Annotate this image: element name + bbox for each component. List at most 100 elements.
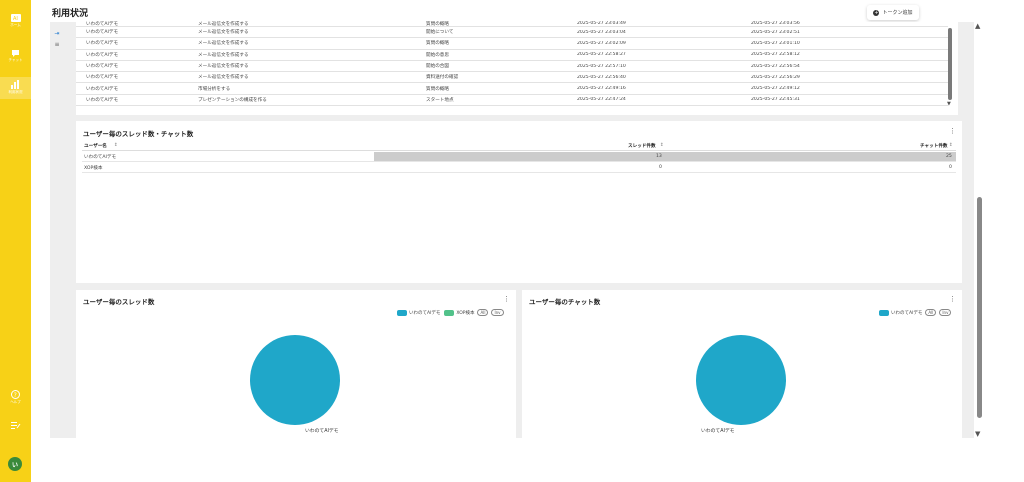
- cell-chats: 25: [946, 154, 952, 159]
- sidebar-item-analytics[interactable]: 利用状況: [0, 77, 31, 99]
- history-table: いわのてAIデモ メール返信文を作成する 質問の概略 2025-05-27 23…: [76, 21, 948, 107]
- left-rail: AI ホーム チャット 利用状況 ? ヘルプ い: [0, 0, 31, 482]
- scroll-down-icon[interactable]: ▼: [947, 101, 951, 107]
- add-token-label: トークン追加: [882, 10, 913, 16]
- more-vert-icon[interactable]: ⋮: [503, 295, 510, 303]
- cell-chat: 開始の合図: [426, 64, 449, 70]
- more-vert-icon[interactable]: ⋮: [949, 295, 956, 303]
- cell-updated: 2025-05-27 23:03:56: [751, 21, 800, 26]
- legend-swatch: [879, 309, 889, 316]
- column-threads[interactable]: スレッド件数: [628, 143, 656, 149]
- table-scrollbar[interactable]: [948, 28, 952, 100]
- cell-created: 2025-05-27 22:58:27: [577, 52, 626, 58]
- invert-toggle[interactable]: Inv: [491, 309, 504, 316]
- cell-created: 2025-05-27 22:47:24: [577, 97, 626, 103]
- analytics-icon: [11, 80, 19, 89]
- sidebar-item-chat[interactable]: チャット: [0, 49, 31, 63]
- cell-thread: 市場分析をする: [198, 86, 231, 92]
- more-vert-icon[interactable]: ⋮: [949, 127, 956, 135]
- sidebar-item-label: ヘルプ: [10, 400, 21, 404]
- cell-user: いわのてAIデモ: [86, 30, 119, 36]
- all-toggle[interactable]: All: [925, 309, 937, 316]
- table-row[interactable]: いわのてAIデモ メール返信文を作成する 開始について 2025-05-27 2…: [76, 27, 948, 39]
- legend-item[interactable]: XOP検本: [456, 310, 474, 316]
- sidebar-item-home[interactable]: AI ホーム: [0, 14, 31, 28]
- cell-created: 2025-05-27 22:56:40: [577, 74, 626, 80]
- cell-thread: メール返信文を作成する: [198, 52, 249, 58]
- sort-icon[interactable]: ↕: [114, 143, 118, 148]
- table-tools: ⇥ ≡: [52, 30, 62, 52]
- help-icon: ?: [11, 390, 20, 399]
- pie-slice[interactable]: [250, 335, 340, 425]
- cell-updated: 2025-05-27 22:49:12: [751, 86, 800, 92]
- chat-icon: [12, 50, 19, 57]
- column-chats[interactable]: チャット件数: [920, 143, 948, 149]
- cell-thread: プレゼンテーションの構成を作る: [198, 97, 267, 103]
- notes-icon: [10, 422, 20, 429]
- sidebar-item-label: チャット: [8, 58, 23, 62]
- svg-text:AI: AI: [13, 16, 18, 22]
- sort-icon[interactable]: ↕: [660, 143, 664, 148]
- cell-created: 2025-05-27 23:03:49: [577, 21, 626, 26]
- all-toggle[interactable]: All: [477, 309, 489, 316]
- cell-threads: 0: [659, 165, 662, 170]
- cell-chats: 0: [949, 165, 952, 170]
- value-bar: [374, 152, 956, 161]
- legend-swatch: [444, 309, 455, 316]
- pie-slice-label: いわのてAIデモ: [701, 429, 735, 434]
- table-row[interactable]: いわのてAIデモ 13 25: [82, 152, 956, 162]
- thread-pie-title: ユーザー毎のスレッド数: [83, 298, 155, 306]
- collapse-icon[interactable]: ⇥: [52, 30, 62, 41]
- cell-thread: メール返信文を作成する: [198, 41, 249, 47]
- legend-swatch: [397, 309, 407, 316]
- cell-user: いわのてAIデモ: [86, 21, 119, 27]
- table-row[interactable]: いわのてAIデモ 市場分析をする 質問の概略 2025-05-27 22:49:…: [76, 83, 948, 95]
- sidebar-item-label: 利用状況: [8, 90, 23, 94]
- table-row[interactable]: いわのてAIデモ メール返信文を作成する 開始の合図 2025-05-27 22…: [76, 61, 948, 73]
- sidebar-item-notes[interactable]: [0, 421, 31, 431]
- cell-updated: 2025-05-27 22:45:31: [751, 97, 800, 103]
- threads-chats-title: ユーザー毎のスレッド数・チャット数: [83, 130, 194, 138]
- cell-chat: 質問の概略: [426, 21, 449, 27]
- cell-user: XOP検本: [84, 166, 103, 171]
- add-token-button[interactable]: + トークン追加: [867, 5, 919, 20]
- cell-threads: 13: [656, 154, 662, 159]
- invert-toggle[interactable]: Inv: [939, 309, 952, 316]
- column-user[interactable]: ユーザー名: [84, 143, 107, 149]
- cell-user: いわのてAIデモ: [86, 41, 119, 47]
- cell-user: いわのてAIデモ: [86, 52, 119, 58]
- page-scrollbar[interactable]: [977, 197, 982, 418]
- cell-user: いわのてAIデモ: [86, 75, 119, 81]
- cell-chat: 開始について: [426, 30, 454, 36]
- cell-chat: 開始の意思: [426, 52, 449, 58]
- table-row[interactable]: いわのてAIデモ メール返信文を作成する 資料送付の確認 2025-05-27 …: [76, 72, 948, 84]
- sidebar-item-help[interactable]: ? ヘルプ: [0, 390, 31, 405]
- cell-updated: 2025-05-27 22:56:29: [751, 74, 800, 80]
- scroll-up-icon[interactable]: ▲: [975, 22, 980, 30]
- cell-chat: スタート地点: [426, 97, 454, 103]
- cell-chat: 質問の概略: [426, 86, 449, 92]
- table-row[interactable]: XOP検本 0 0: [82, 163, 956, 173]
- cell-thread: メール返信文を作成する: [198, 21, 249, 27]
- legend-item[interactable]: いわのてAIデモ: [891, 310, 922, 316]
- page-title: 利用状況: [52, 9, 89, 19]
- plus-icon: +: [873, 9, 880, 16]
- cell-user: いわのてAIデモ: [86, 86, 119, 92]
- filter-icon[interactable]: ≡: [52, 41, 62, 52]
- cell-created: 2025-05-27 23:02:09: [577, 40, 626, 46]
- cell-user: いわのてAIデモ: [84, 155, 117, 160]
- legend-item[interactable]: いわのてAIデモ: [409, 310, 440, 316]
- cell-thread: メール返信文を作成する: [198, 30, 249, 36]
- table-row[interactable]: いわのてAIデモ プレゼンテーションの構成を作る スタート地点 2025-05-…: [76, 95, 948, 107]
- sort-icon[interactable]: ↕: [949, 143, 953, 148]
- cell-updated: 2025-05-27 22:56:54: [751, 63, 800, 69]
- svg-text:?: ?: [14, 392, 17, 399]
- scroll-down-icon[interactable]: ▼: [975, 430, 980, 438]
- chat-pie-title: ユーザー毎のチャット数: [529, 298, 601, 306]
- table-row[interactable]: いわのてAIデモ メール返信文を作成する 開始の意思 2025-05-27 22…: [76, 50, 948, 61]
- table-row[interactable]: いわのてAIデモ メール返信文を作成する 質問の概略 2025-05-27 23…: [76, 38, 948, 50]
- cell-chat: 資料送付の確認: [426, 75, 459, 81]
- cell-updated: 2025-05-27 23:02:51: [751, 29, 800, 35]
- pie-slice[interactable]: [696, 335, 786, 425]
- avatar[interactable]: い: [8, 457, 22, 471]
